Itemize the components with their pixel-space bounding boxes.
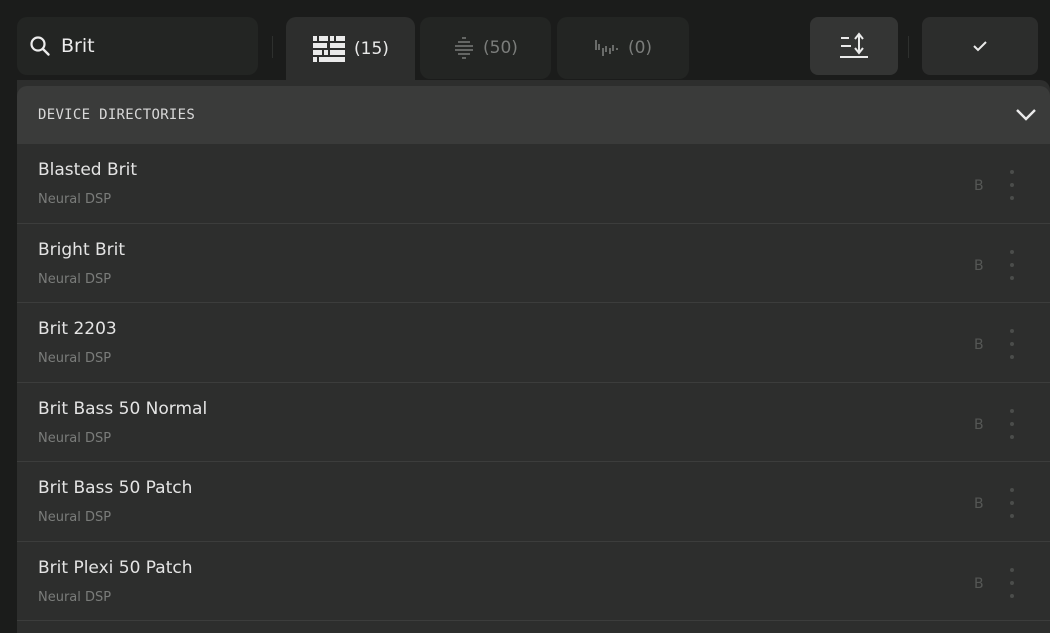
waveform-bars-icon: [595, 40, 618, 56]
section-title: DEVICE DIRECTORIES: [38, 107, 196, 123]
more-options-icon[interactable]: [1007, 170, 1017, 200]
section-header[interactable]: DEVICE DIRECTORIES: [17, 86, 1050, 144]
device-maker: Neural DSP: [38, 510, 112, 525]
tab-devices[interactable]: (15): [286, 17, 415, 80]
device-badge: B: [974, 416, 984, 433]
more-options-icon[interactable]: [1007, 329, 1017, 359]
list-item[interactable]: Blasted Brit Neural DSP B: [17, 144, 1050, 224]
tab-devices-count: (15): [354, 38, 389, 59]
search-icon: [30, 36, 50, 56]
device-maker: Neural DSP: [38, 192, 112, 207]
chevron-down-icon[interactable]: [1014, 105, 1038, 123]
tab-presets-count: (50): [483, 38, 518, 58]
more-options-icon[interactable]: [1007, 249, 1017, 280]
device-name: Blasted Brit: [38, 160, 138, 180]
tab-presets[interactable]: (50): [420, 17, 551, 79]
device-maker: Neural DSP: [38, 430, 112, 446]
device-badge: B: [974, 257, 984, 274]
divider: [272, 36, 273, 58]
search-field[interactable]: Brit: [17, 17, 258, 75]
divider: [908, 36, 909, 58]
device-maker: Neural DSP: [38, 589, 112, 605]
device-list: Blasted Brit Neural DSP B Bright Brit Ne…: [17, 144, 1050, 621]
device-maker: Neural DSP: [38, 271, 112, 287]
sort-lines-icon: [840, 32, 868, 58]
more-options-icon[interactable]: [1007, 488, 1017, 518]
list-item[interactable]: Brit 2203 Neural DSP B: [17, 303, 1050, 383]
device-list-panel: DEVICE DIRECTORIES Blasted Brit Neural D…: [17, 80, 1050, 633]
more-options-icon[interactable]: [1007, 567, 1017, 598]
search-input-value[interactable]: Brit: [61, 35, 95, 57]
sort-button[interactable]: [810, 17, 898, 75]
grid-blocks-icon: [313, 35, 346, 62]
more-options-icon[interactable]: [1007, 408, 1017, 439]
device-name: Brit Bass 50 Patch: [38, 478, 193, 498]
top-toolbar: Brit (15) (50) (0): [0, 0, 1050, 80]
device-badge: B: [974, 575, 984, 592]
list-item[interactable]: Brit Bass 50 Normal Neural DSP B: [17, 383, 1050, 462]
list-item[interactable]: Brit Bass 50 Patch Neural DSP B: [17, 462, 1050, 542]
device-badge: B: [974, 178, 984, 194]
device-name: Brit Bass 50 Normal: [38, 398, 208, 419]
device-maker: Neural DSP: [38, 351, 112, 366]
tab-captures[interactable]: (0): [557, 17, 689, 79]
tab-captures-count: (0): [627, 38, 653, 58]
device-name: Brit Plexi 50 Patch: [38, 557, 193, 578]
list-item[interactable]: Brit Plexi 50 Patch Neural DSP B: [17, 542, 1050, 621]
device-badge: B: [974, 337, 984, 353]
stacked-lines-icon: [455, 37, 474, 59]
confirm-button[interactable]: [922, 17, 1038, 75]
device-badge: B: [974, 496, 984, 512]
list-item[interactable]: Bright Brit Neural DSP B: [17, 224, 1050, 303]
device-name: Bright Brit: [38, 239, 126, 260]
checkmark-icon: [973, 41, 987, 52]
device-name: Brit 2203: [38, 319, 117, 339]
